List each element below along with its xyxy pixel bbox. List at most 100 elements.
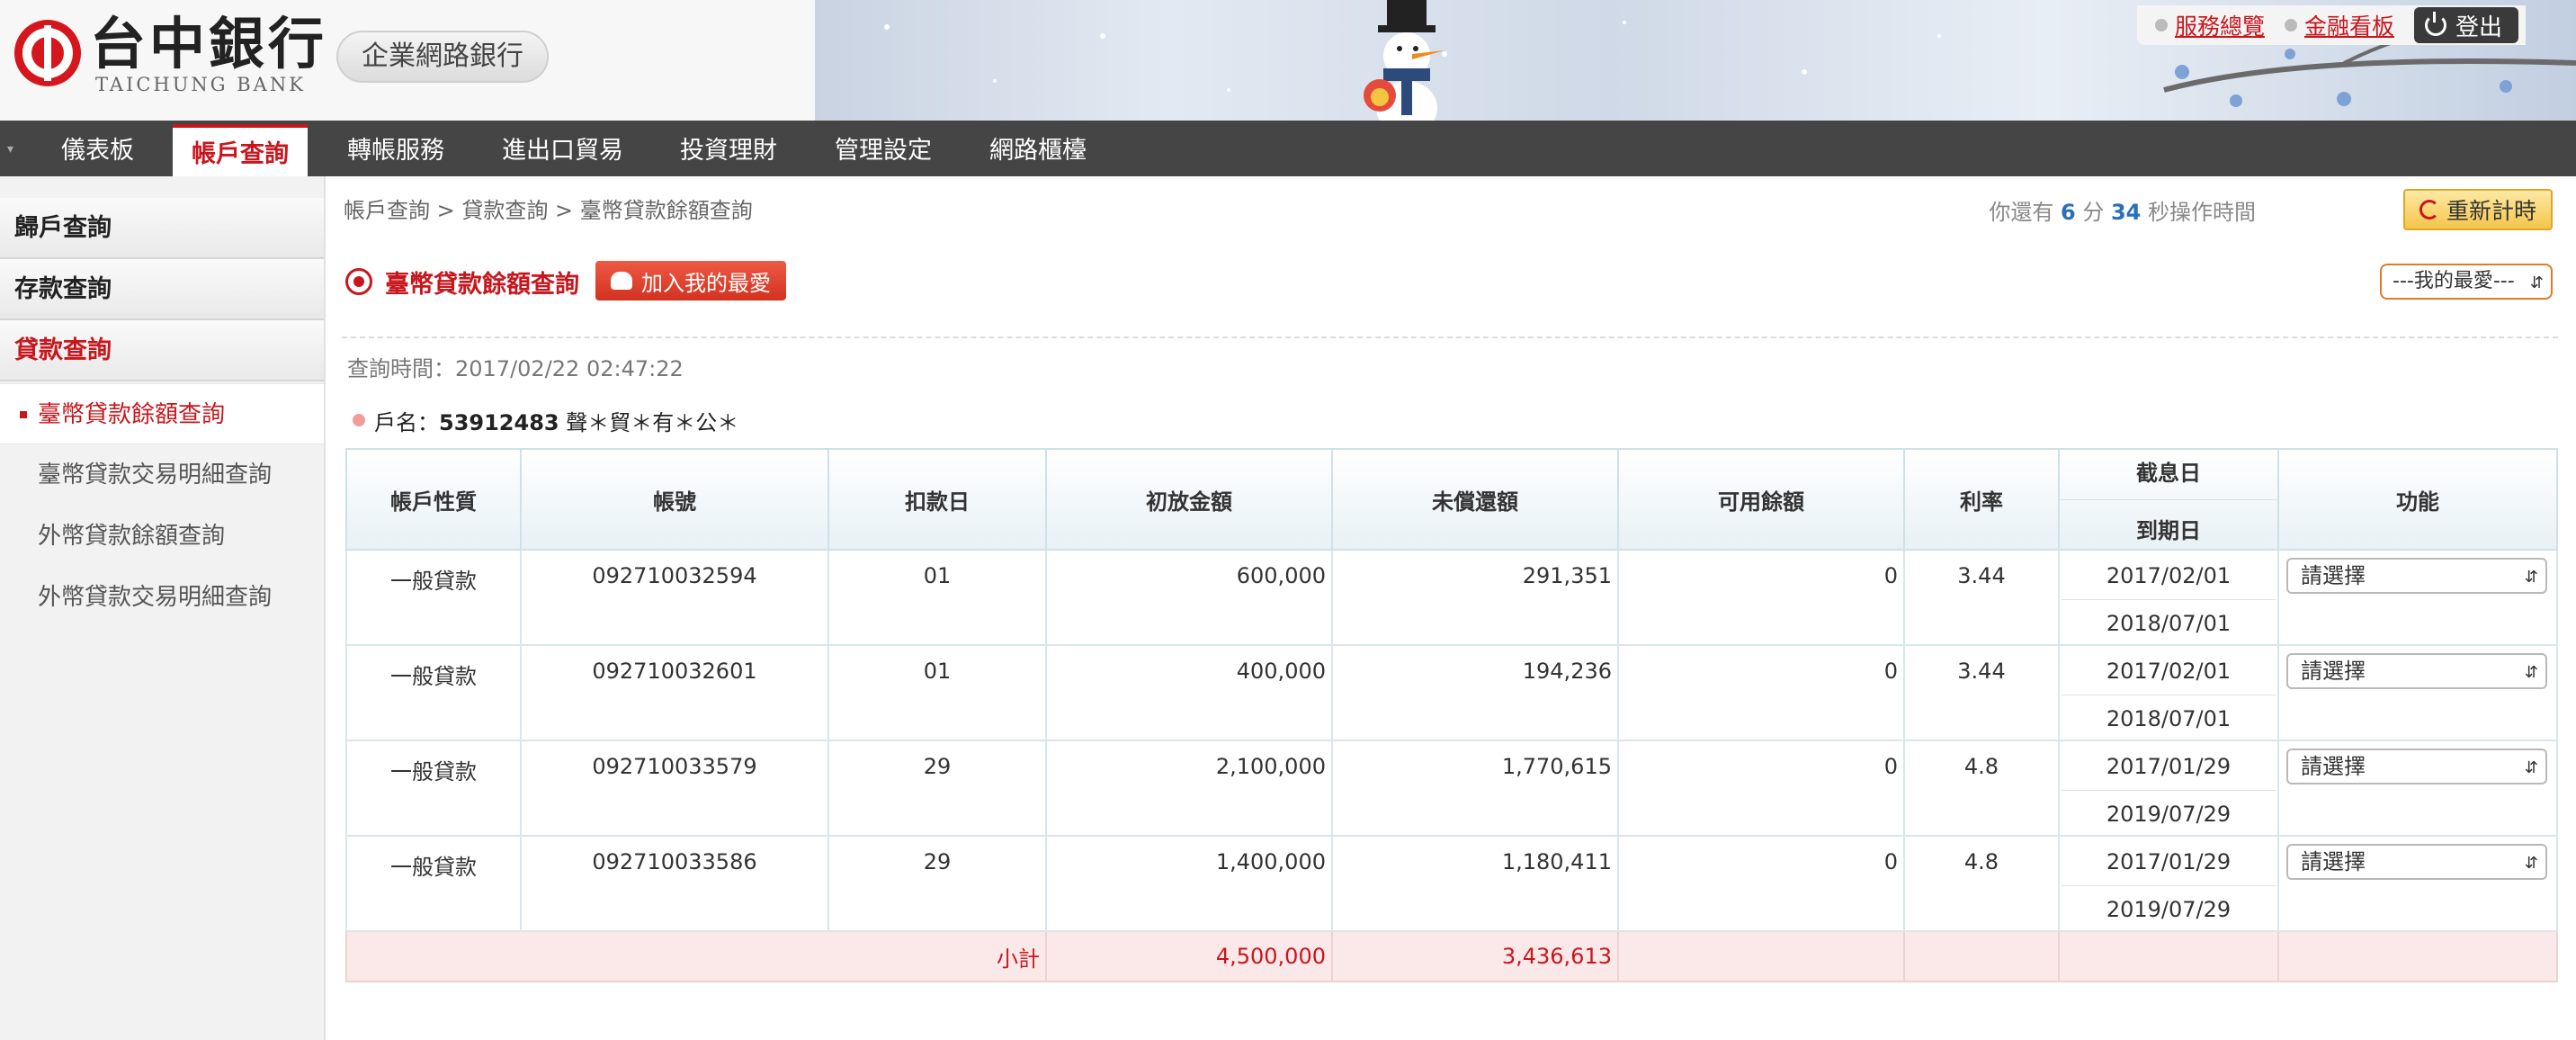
cell-available-balance: 0 [1617,835,1905,932]
timer-seconds: 34 [2110,200,2142,225]
sidebar-item-loan-query[interactable]: 貸款查詢 [0,320,324,381]
cell-rate: 3.44 [1903,549,2060,646]
account-label: 戶名： [374,410,439,435]
nav-trade[interactable]: 進出口貿易 [502,121,623,176]
select-arrows-icon: ⇵ [2524,854,2538,873]
cell-due-date: 2019/07/29 [2106,897,2232,922]
logout-button[interactable]: 登出 [2413,7,2518,43]
select-arrows-icon: ⇵ [2524,758,2538,777]
page-title: 臺幣貸款餘額查詢 [385,271,579,299]
table-header-row: 帳戶性質 帳號 扣款日 初放金額 未償還額 可用餘額 利率 截息日 到期日 功能 [345,448,2558,551]
cell-available-balance: 0 [1617,549,1905,646]
header-interest-date: 截息日 [2060,455,2277,500]
header-type: 帳戶性質 [345,448,522,551]
action-select[interactable]: 請選擇 ⇵ [2286,844,2547,880]
table-row: 一般貸款 092710033586 29 1,400,000 1,180,411 0 4.8… [345,835,2558,932]
power-icon [2424,12,2446,36]
nav-investment[interactable]: 投資理財 [680,121,777,176]
cell-dates: 2017/01/29 2019/07/29 [2058,740,2279,837]
cell-due-date: 2018/07/01 [2106,611,2232,636]
nav-collapse-icon[interactable]: ▾ [7,142,13,157]
subtotal-row: 小計 4,500,000 3,436,613 [345,930,2558,982]
timer-minutes: 6 [2060,200,2076,225]
service-overview-label: 服務總覽 [2174,13,2265,40]
account-holder: 聲＊貿＊有＊公＊ [566,410,739,435]
sidebar-subitem-fx-loan-balance[interactable]: 外幣貸款餘額查詢 [0,506,324,567]
bullet-icon [2154,19,2168,31]
table-row: 一般貸款 092710032601 01 400,000 194,236 0 3.44 201… [345,644,2558,741]
action-select[interactable]: 請選擇 ⇵ [2286,749,2547,784]
cell-type: 一般貸款 [345,740,522,837]
header-unpaid-amount: 未償還額 [1331,448,1619,551]
action-select[interactable]: 請選擇 ⇵ [2286,653,2547,689]
action-select[interactable]: 請選擇 ⇵ [2286,558,2547,594]
bullet-icon [2284,19,2297,31]
cell-deduct-day: 01 [827,644,1047,741]
cell-available-balance: 0 [1617,644,1905,741]
cell-interest-date: 2017/01/29 [2062,754,2276,791]
header-account: 帳號 [520,448,829,551]
cell-type: 一般貸款 [345,644,522,741]
header-initial-amount: 初放金額 [1045,448,1333,551]
cell-function: 請選擇 ⇵ [2277,549,2558,646]
nav-account-query[interactable]: 帳戶查詢 [173,124,308,180]
header-due-date: 到期日 [2136,517,2201,543]
action-select-value: 請選擇 [2301,754,2366,779]
cell-account: 092710033586 [520,835,829,932]
cell-unpaid-amount: 1,180,411 [1331,835,1619,932]
service-overview-link[interactable]: 服務總覽 [2154,9,2265,41]
header-available-balance: 可用餘額 [1617,448,1905,551]
cell-interest-date: 2017/01/29 [2062,849,2276,886]
cell-type: 一般貸款 [345,835,522,932]
nav-online-counter[interactable]: 網路櫃檯 [989,121,1087,176]
sidebar-subitem-fx-loan-transactions[interactable]: 外幣貸款交易明細查詢 [0,567,324,628]
active-bullet-icon [20,411,27,418]
nav-dashboard[interactable]: 儀表板 [61,121,134,176]
subtotal-initial: 4,500,000 [1045,930,1333,982]
sidebar-item-deposit-query[interactable]: 存款查詢 [0,259,324,320]
bank-logo-icon [14,20,81,86]
divider [342,336,2558,338]
cell-initial-amount: 1,400,000 [1045,835,1333,932]
breadcrumb: 帳戶查詢 > 貸款查詢 > 臺幣貸款餘額查詢 [344,198,753,223]
cell-deduct-day: 29 [827,740,1047,837]
cell-initial-amount: 2,100,000 [1045,740,1333,837]
cell-rate: 4.8 [1903,740,2060,837]
top-links: 服務總覽 金融看板 登出 [2136,5,2526,45]
favorites-select[interactable]: ---我的最愛--- ⇵ [2380,264,2553,300]
reset-timer-button[interactable]: 重新計時 [2403,189,2553,230]
cell-unpaid-amount: 1,770,615 [1331,740,1619,837]
cell-initial-amount: 400,000 [1045,644,1333,741]
loan-balance-table: 帳戶性質 帳號 扣款日 初放金額 未償還額 可用餘額 利率 截息日 到期日 功能… [345,448,2558,982]
sidebar-subitem-twd-loan-transactions[interactable]: 臺幣貸款交易明細查詢 [0,444,324,506]
cell-dates: 2017/02/01 2018/07/01 [2058,644,2279,741]
timer-min-unit: 分 [2082,200,2105,225]
query-time: 查詢時間：2017/02/22 02:47:22 [347,356,684,381]
select-arrows-icon: ⇵ [2524,568,2538,587]
finance-board-link[interactable]: 金融看板 [2284,9,2394,41]
add-favorite-button[interactable]: 加入我的最愛 [595,261,786,300]
header: 台中銀行 TAICHUNG BANK 企業網路銀行 服務總覽 金融看板 登出 [0,0,2576,121]
cell-account: 092710032594 [520,549,829,646]
favorites-select-value: ---我的最愛--- [2393,270,2515,292]
cell-due-date: 2019/07/29 [2106,802,2232,827]
nav-transfer[interactable]: 轉帳服務 [347,121,444,176]
subtotal-empty [1903,930,2060,982]
sidebar-item-summary-query[interactable]: 歸戶查詢 [0,198,324,259]
select-arrows-icon: ⇵ [2524,663,2538,682]
cell-initial-amount: 600,000 [1045,549,1333,646]
select-arrows-icon: ⇵ [2529,273,2544,292]
sidebar-subitem-twd-loan-balance[interactable]: 臺幣貸款餘額查詢 [0,383,324,444]
reset-timer-label: 重新計時 [2446,198,2536,224]
nav-settings[interactable]: 管理設定 [835,121,932,176]
cell-deduct-day: 01 [827,549,1047,646]
sidebar-subitem-label: 臺幣貸款餘額查詢 [38,401,226,428]
add-favorite-label: 加入我的最愛 [641,270,771,296]
cell-function: 請選擇 ⇵ [2277,740,2558,837]
bank-name-en: TAICHUNG BANK [95,74,306,95]
account-name: 戶名：53912483 聲＊貿＊有＊公＊ [374,405,738,436]
sidebar: 歸戶查詢 存款查詢 貸款查詢 臺幣貸款餘額查詢 臺幣貸款交易明細查詢 外幣貸款餘… [0,176,326,1040]
action-select-value: 請選擇 [2301,563,2366,588]
header-deduct-day: 扣款日 [827,448,1047,551]
cell-rate: 3.44 [1903,644,2060,741]
